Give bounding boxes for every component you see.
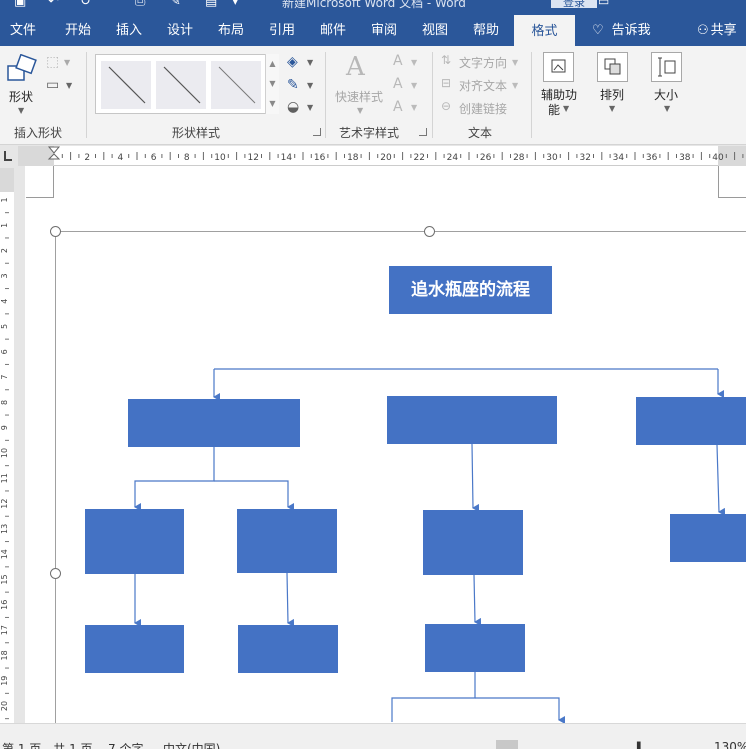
web-layout-icon[interactable]: [537, 740, 559, 749]
read-mode-icon[interactable]: [457, 740, 479, 749]
flowchart-box[interactable]: [425, 624, 525, 672]
flowchart-box[interactable]: [85, 625, 184, 673]
status-bar: 第 1 页，共 1 页 7 个字 中文(中国) ▮ 130%: [0, 723, 746, 749]
flowchart-box[interactable]: [636, 397, 746, 445]
zoom-level[interactable]: 130%: [714, 740, 746, 749]
word-count[interactable]: 7 个字: [108, 740, 143, 749]
connector-branch-split-right: [214, 480, 294, 511]
canvas-resize-handle[interactable]: [50, 568, 61, 579]
flowchart-box[interactable]: [423, 510, 523, 575]
flowchart-title-box[interactable]: 追水瓶座的流程: [389, 266, 552, 314]
flowchart-box[interactable]: [237, 509, 337, 573]
connector-right-down: [716, 444, 726, 516]
connector-mid2-down: [473, 574, 482, 626]
flowchart-box[interactable]: [238, 625, 338, 673]
connector-bottom-split-right: [475, 697, 565, 724]
canvas-resize-handle[interactable]: [424, 226, 435, 237]
language-indicator[interactable]: 中文(中国): [163, 740, 220, 749]
connector-branch-split: [134, 447, 215, 511]
canvas-resize-handle[interactable]: [50, 226, 61, 237]
flowchart-box[interactable]: [85, 509, 184, 574]
connector-mid-down: [471, 443, 480, 512]
flowchart-box[interactable]: [387, 396, 557, 444]
zoom-slider[interactable]: ▮: [636, 740, 642, 749]
page-count[interactable]: 第 1 页，共 1 页: [2, 740, 93, 749]
print-layout-icon[interactable]: [496, 740, 518, 749]
flowchart-box[interactable]: [128, 399, 300, 447]
connector-bottom-split: [391, 672, 476, 722]
flowchart-box[interactable]: [670, 514, 746, 562]
connector-left2-down: [286, 572, 295, 627]
